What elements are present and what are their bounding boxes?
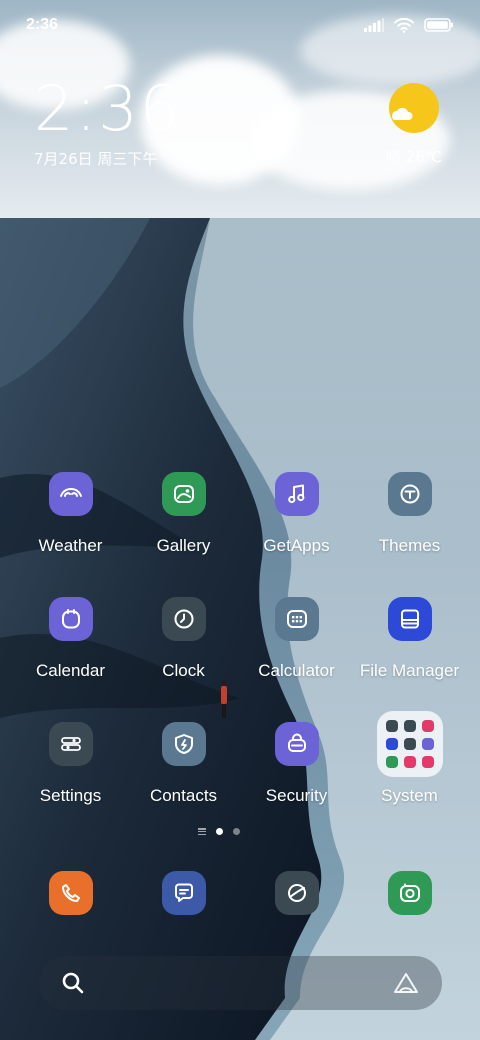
calculator-icon xyxy=(274,597,319,641)
app-contacts[interactable]: Contacts xyxy=(127,722,240,814)
app-label: Calculator xyxy=(258,661,335,680)
folder-mini-app-icon xyxy=(403,720,416,732)
dock xyxy=(14,871,466,915)
sun-cloud-icon xyxy=(388,82,440,134)
folder-mini-app-icon xyxy=(421,756,434,768)
dock-phone[interactable] xyxy=(14,871,127,915)
wifi-icon xyxy=(394,17,414,33)
folder-icon xyxy=(376,711,443,777)
page-dot xyxy=(216,828,223,835)
weather-icon xyxy=(48,472,93,516)
settings-icon xyxy=(48,722,93,766)
search-bar[interactable] xyxy=(39,956,442,1010)
folder-mini-app-icon xyxy=(403,738,416,750)
app-themes[interactable]: Themes xyxy=(353,472,466,564)
app-label: Security xyxy=(265,786,328,805)
app-label: Gallery xyxy=(156,536,211,555)
clock-icon xyxy=(161,597,206,641)
gallery-icon xyxy=(161,472,206,516)
weather-condition-temp: 晴 26℃ xyxy=(386,148,442,166)
widget-time: 2:36 xyxy=(34,72,182,145)
security-icon xyxy=(274,722,319,766)
status-time: 2:36 xyxy=(26,16,59,33)
app-label: Themes xyxy=(378,536,441,555)
browser-icon xyxy=(274,871,319,915)
assistant-icon[interactable] xyxy=(392,971,420,995)
camera-icon xyxy=(387,871,432,915)
folder-mini-app-icon xyxy=(403,756,416,768)
battery-icon xyxy=(424,18,453,32)
app-label: Weather xyxy=(38,536,103,555)
folder-mini-app-icon xyxy=(385,738,398,750)
app-label: GetApps xyxy=(263,536,330,555)
dock-messages[interactable] xyxy=(127,871,240,915)
folder-mini-app-icon xyxy=(421,738,434,750)
page-list-icon xyxy=(198,828,206,835)
app-file-manager[interactable]: File Manager xyxy=(353,597,466,689)
app-label: Settings xyxy=(39,786,102,805)
search-icon xyxy=(62,972,84,994)
app-calculator[interactable]: Calculator xyxy=(240,597,353,689)
app-system-folder[interactable]: System xyxy=(353,711,466,814)
folder-mini-app-icon xyxy=(385,720,398,732)
status-bar: 2:36 xyxy=(0,0,480,50)
app-label: Contacts xyxy=(149,786,218,805)
folder-mini-app-icon xyxy=(385,756,398,768)
weather-widget[interactable]: 晴 26℃ xyxy=(384,82,444,167)
calendar-icon xyxy=(48,597,93,641)
dock-browser[interactable] xyxy=(240,871,353,915)
app-security[interactable]: Security xyxy=(240,722,353,814)
app-gallery[interactable]: Gallery xyxy=(127,472,240,564)
app-grid: Weather Gallery GetApps Themes Calendar … xyxy=(14,472,466,814)
dock-camera[interactable] xyxy=(353,871,466,915)
status-icons xyxy=(364,17,454,33)
folder-mini-app-icon xyxy=(421,720,434,732)
widget-date: 7月26日 周三下午 xyxy=(34,150,158,168)
music-note-icon xyxy=(274,472,319,516)
app-label: Clock xyxy=(162,661,205,680)
app-weather[interactable]: Weather xyxy=(14,472,127,564)
page-dot xyxy=(233,828,240,835)
file-manager-icon xyxy=(387,597,432,641)
shield-icon xyxy=(161,722,206,766)
themes-icon xyxy=(387,472,432,516)
app-label: File Manager xyxy=(359,661,460,680)
app-calendar[interactable]: Calendar xyxy=(14,597,127,689)
phone-icon xyxy=(48,871,93,915)
page-indicator[interactable] xyxy=(198,828,240,835)
signal-icon xyxy=(364,18,384,32)
app-clock[interactable]: Clock xyxy=(127,597,240,689)
clock-widget[interactable]: 2:36 7月26日 周三下午 xyxy=(34,78,181,169)
messages-icon xyxy=(161,871,206,915)
app-settings[interactable]: Settings xyxy=(14,722,127,814)
app-getapps[interactable]: GetApps xyxy=(240,472,353,564)
app-label: Calendar xyxy=(36,661,105,680)
app-label: System xyxy=(381,786,438,805)
